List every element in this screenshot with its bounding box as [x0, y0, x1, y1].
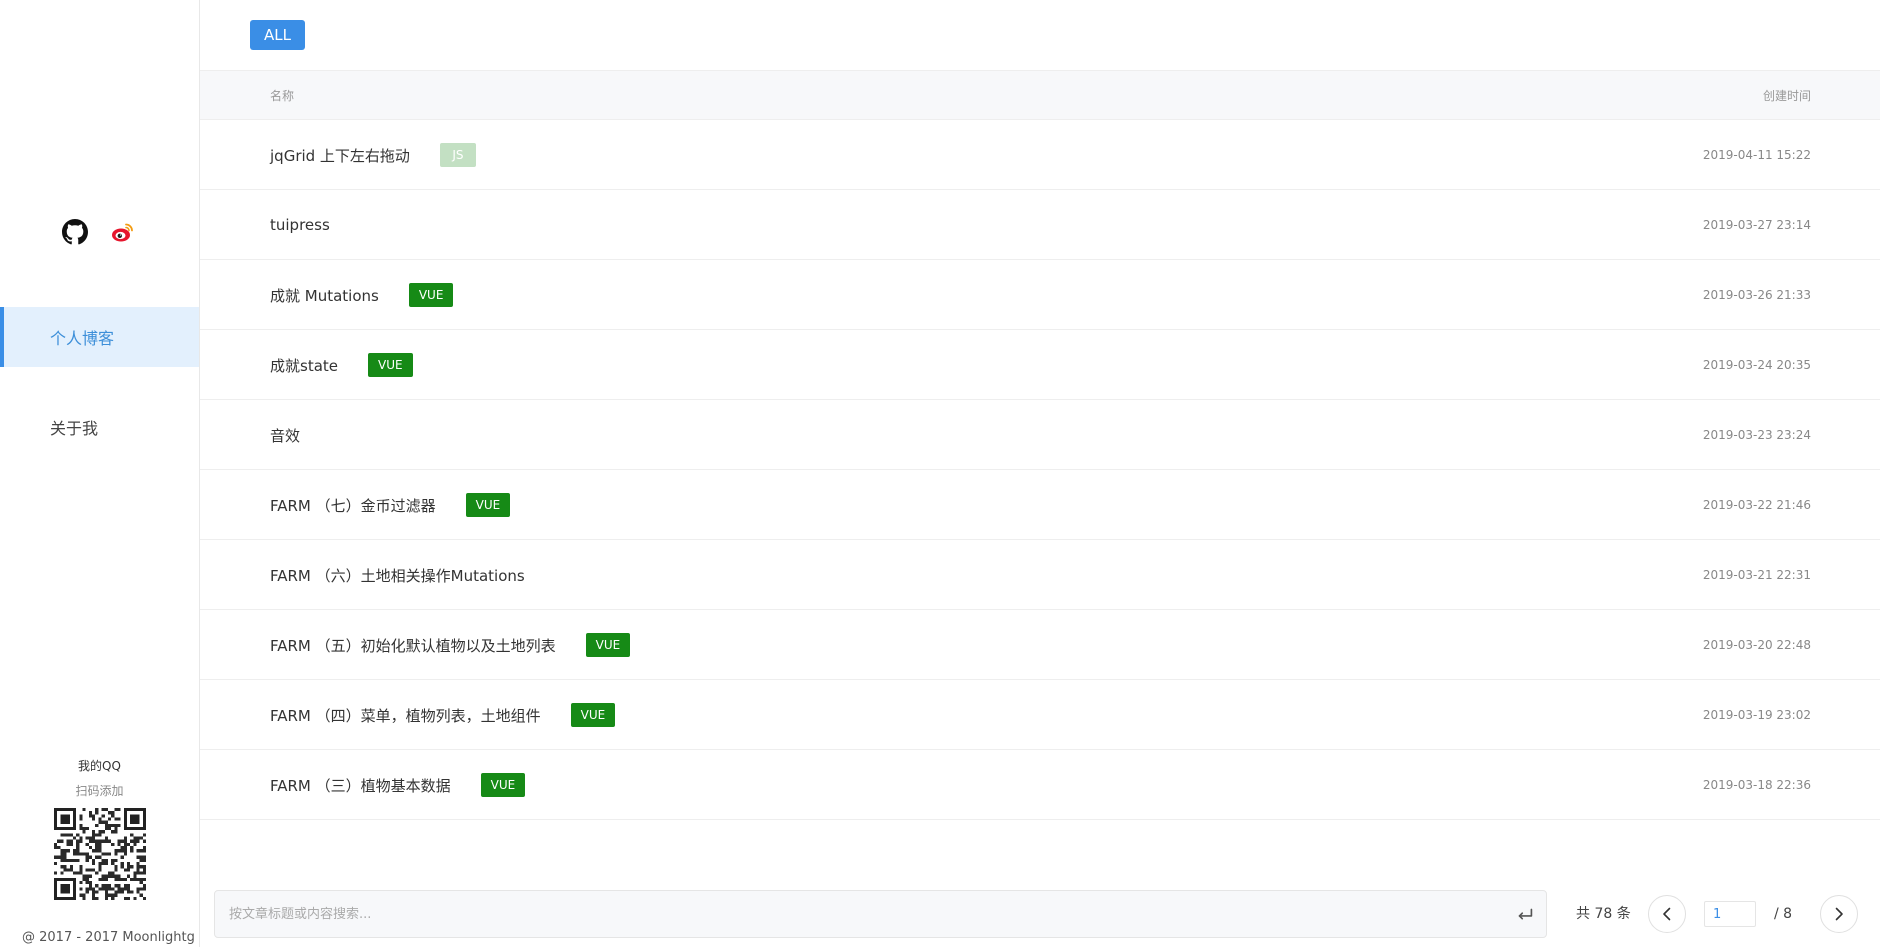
row-title-group: 成就state VUE — [270, 330, 413, 400]
category-tag[interactable]: VUE — [408, 283, 454, 307]
article-title[interactable]: FARM （七）金币过滤器 — [270, 495, 436, 516]
table-row[interactable]: FARM （七）金币过滤器 VUE 2019-03-22 21:46 — [200, 470, 1880, 540]
total-pages: / 8 — [1774, 906, 1793, 922]
row-title-group: FARM （六）土地相关操作Mutations — [270, 540, 525, 610]
column-header-date: 创建时间 — [1762, 89, 1811, 103]
search-input[interactable] — [215, 891, 1546, 937]
article-title[interactable]: FARM （四）菜单，植物列表，土地组件 — [270, 705, 541, 726]
copyright: @ 2017 - 2017 Moonlightg — [22, 930, 195, 945]
qq-subtitle: 扫码添加 — [75, 784, 124, 798]
article-list: jqGrid 上下左右拖动 JS 2019-04-11 15:22 tuipress 2… — [200, 120, 1880, 820]
created-date: 2019-04-11 15:22 — [1702, 148, 1811, 162]
category-tag[interactable]: VUE — [480, 773, 526, 797]
nav-item-label: 关于我 — [50, 419, 99, 438]
article-title[interactable]: 成就state — [270, 355, 338, 376]
created-date: 2019-03-23 23:24 — [1702, 428, 1811, 442]
row-title-group: 音效 — [270, 400, 300, 470]
prev-page-button[interactable] — [1648, 895, 1686, 933]
table-row[interactable]: 音效 2019-03-23 23:24 — [200, 400, 1880, 470]
row-title-group: jqGrid 上下左右拖动 JS — [270, 120, 476, 190]
category-tag[interactable]: VUE — [368, 353, 413, 377]
chevron-left-icon — [1663, 907, 1671, 921]
sidebar: 个人博客 关于我 我的QQ 扫码添加 @ 2017 - 2017 Moonlig… — [0, 0, 200, 947]
created-date: 2019-03-20 22:48 — [1702, 638, 1811, 652]
bottom-bar: 共 78 条 / 8 — [214, 890, 1866, 938]
article-title[interactable]: jqGrid 上下左右拖动 — [270, 145, 410, 166]
article-title[interactable]: FARM （六）土地相关操作Mutations — [270, 565, 525, 586]
table-row[interactable]: FARM （三）植物基本数据 VUE 2019-03-18 22:36 — [200, 750, 1880, 820]
table-row[interactable]: 成就state VUE 2019-03-24 20:35 — [200, 330, 1880, 400]
article-title[interactable]: tuipress — [270, 216, 330, 234]
row-title-group: FARM （五）初始化默认植物以及土地列表 VUE — [270, 610, 631, 680]
social-links — [62, 219, 136, 245]
row-title-group: FARM （四）菜单，植物列表，土地组件 VUE — [270, 680, 616, 750]
nav-item-about[interactable]: 关于我 — [0, 397, 199, 457]
category-tag[interactable]: JS — [439, 143, 476, 167]
qr-code-icon — [54, 808, 146, 900]
enter-icon[interactable] — [1514, 904, 1536, 926]
article-title[interactable]: 成就 Mutations — [270, 285, 379, 306]
weibo-icon[interactable] — [110, 219, 136, 245]
article-title[interactable]: FARM （三）植物基本数据 — [270, 775, 451, 796]
created-date: 2019-03-21 22:31 — [1702, 568, 1811, 582]
search-box — [214, 890, 1547, 938]
created-date: 2019-03-22 21:46 — [1702, 498, 1811, 512]
qq-title: 我的QQ — [78, 759, 121, 773]
next-page-button[interactable] — [1820, 895, 1858, 933]
article-title[interactable]: FARM （五）初始化默认植物以及土地列表 — [270, 635, 556, 656]
nav-item-blog[interactable]: 个人博客 — [0, 307, 199, 367]
created-date: 2019-03-26 21:33 — [1702, 288, 1811, 302]
article-title[interactable]: 音效 — [270, 425, 300, 446]
table-row[interactable]: 成就 Mutations VUE 2019-03-26 21:33 — [200, 260, 1880, 330]
github-icon[interactable] — [62, 219, 88, 245]
category-tag[interactable]: VUE — [465, 493, 511, 517]
row-title-group: 成就 Mutations VUE — [270, 260, 454, 330]
table-row[interactable]: tuipress 2019-03-27 23:14 — [200, 190, 1880, 260]
row-title-group: FARM （七）金币过滤器 VUE — [270, 470, 511, 540]
table-row[interactable]: FARM （六）土地相关操作Mutations 2019-03-21 22:31 — [200, 540, 1880, 610]
nav-item-label: 个人博客 — [50, 329, 115, 348]
filter-bar: ALL — [200, 0, 1880, 70]
created-date: 2019-03-27 23:14 — [1702, 218, 1811, 232]
table-row[interactable]: FARM （四）菜单，植物列表，土地组件 VUE 2019-03-19 23:02 — [200, 680, 1880, 750]
all-filter-button[interactable]: ALL — [250, 20, 305, 50]
category-tag[interactable]: VUE — [570, 703, 616, 727]
main-content: ALL 名称 创建时间 jqGrid 上下左右拖动 JS 2019-04-11 15… — [200, 0, 1880, 947]
table-header: 名称 创建时间 — [200, 70, 1880, 120]
table-row[interactable]: FARM （五）初始化默认植物以及土地列表 VUE 2019-03-20 22:48 — [200, 610, 1880, 680]
column-header-name: 名称 — [270, 89, 295, 103]
app-root: 个人博客 关于我 我的QQ 扫码添加 @ 2017 - 2017 Moonlig… — [0, 0, 1880, 947]
chevron-right-icon — [1835, 907, 1843, 921]
category-tag[interactable]: VUE — [585, 633, 631, 657]
row-title-group: tuipress — [270, 190, 330, 260]
created-date: 2019-03-24 20:35 — [1702, 358, 1811, 372]
row-title-group: FARM （三）植物基本数据 VUE — [270, 750, 526, 820]
page-number-input[interactable] — [1704, 901, 1756, 927]
created-date: 2019-03-19 23:02 — [1702, 708, 1811, 722]
created-date: 2019-03-18 22:36 — [1702, 778, 1811, 792]
table-row[interactable]: jqGrid 上下左右拖动 JS 2019-04-11 15:22 — [200, 120, 1880, 190]
total-count: 共 78 条 — [1576, 906, 1631, 922]
